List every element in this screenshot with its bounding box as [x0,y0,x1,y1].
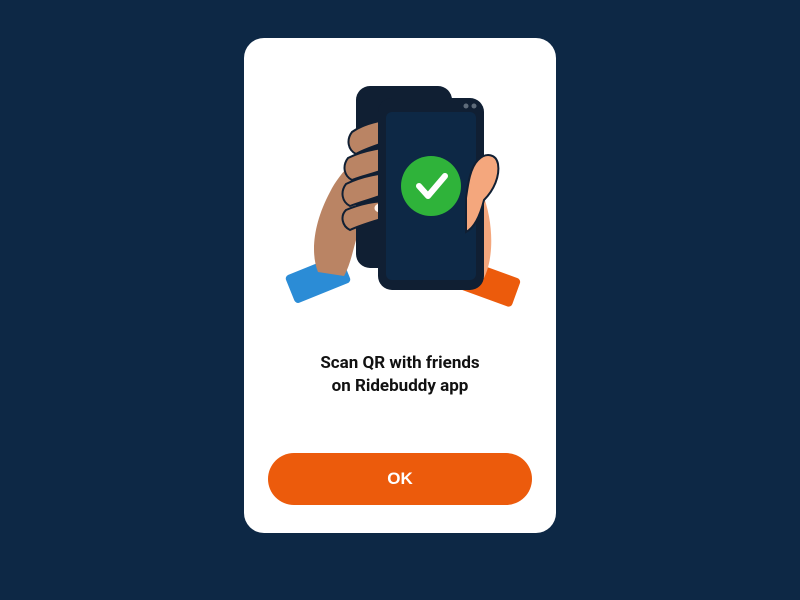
right-hand-group [378,98,521,308]
scan-qr-modal: Scan QR with friends on Ridebuddy app OK [244,38,556,533]
hands-phones-illustration [270,72,530,312]
success-circle [401,156,461,216]
ok-button[interactable]: OK [268,453,532,505]
modal-message: Scan QR with friends on Ridebuddy app [320,352,479,398]
